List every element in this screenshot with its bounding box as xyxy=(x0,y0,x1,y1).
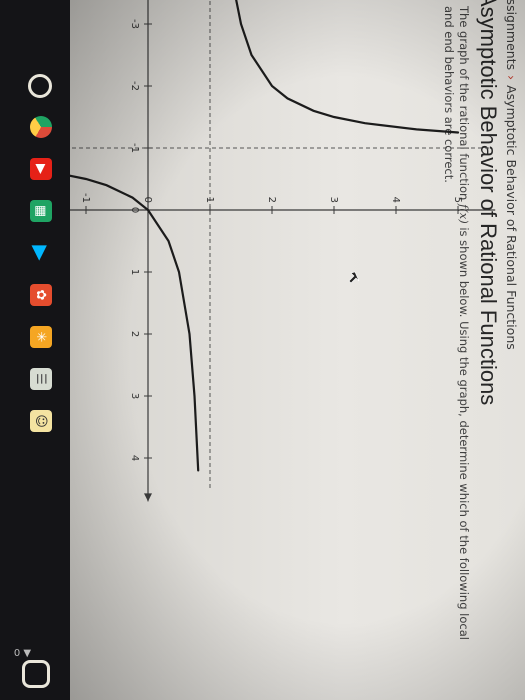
classroom-icon[interactable] xyxy=(22,660,50,688)
x-tick-label: 4 xyxy=(129,455,140,461)
photographed-screen: Assignments›Asymptotic Behavior of Ratio… xyxy=(0,0,525,700)
launcher-icon[interactable] xyxy=(28,74,52,98)
youtube-icon[interactable]: ▶ xyxy=(30,158,52,180)
x-tick-label: -1 xyxy=(129,143,140,153)
taskbar: ▶ ▦ ▶ ✿ ✳ ☰ ☺ 0 ▼ xyxy=(0,0,70,700)
x-axis-arrow-right xyxy=(144,493,152,502)
rational-function-graph: -4-3-2-101234-2-1012345 xyxy=(70,0,496,502)
mouse-cursor-icon xyxy=(348,271,360,284)
x-tick-label: 3 xyxy=(129,393,140,399)
x-tick-label: -3 xyxy=(129,19,140,29)
y-tick-label: -1 xyxy=(80,193,91,203)
y-tick-label: 5 xyxy=(452,197,463,203)
play-store-icon[interactable]: ▶ xyxy=(29,242,53,264)
y-tick-label: 1 xyxy=(204,197,215,203)
status-tray: 0 ▼ xyxy=(13,648,32,660)
y-tick-label: 2 xyxy=(266,197,277,203)
curve-branch-1 xyxy=(228,0,460,134)
docs-icon[interactable]: ☰ xyxy=(30,368,52,390)
y-tick-label: 4 xyxy=(390,197,401,203)
assignment-page: Assignments›Asymptotic Behavior of Ratio… xyxy=(70,0,525,700)
sheets-icon[interactable]: ▦ xyxy=(30,200,52,222)
x-tick-label: 1 xyxy=(129,269,140,275)
y-tick-label: 3 xyxy=(328,197,339,203)
x-tick-label: 0 xyxy=(129,207,140,213)
x-tick-label: -2 xyxy=(129,81,140,91)
snapchat-icon[interactable]: ☺ xyxy=(30,410,52,432)
y-tick-label: 0 xyxy=(142,197,153,203)
files-icon[interactable]: ✳ xyxy=(30,326,52,348)
x-tick-label: 2 xyxy=(129,331,140,337)
chrome-icon[interactable] xyxy=(30,116,52,138)
photos-icon[interactable]: ✿ xyxy=(30,284,52,306)
